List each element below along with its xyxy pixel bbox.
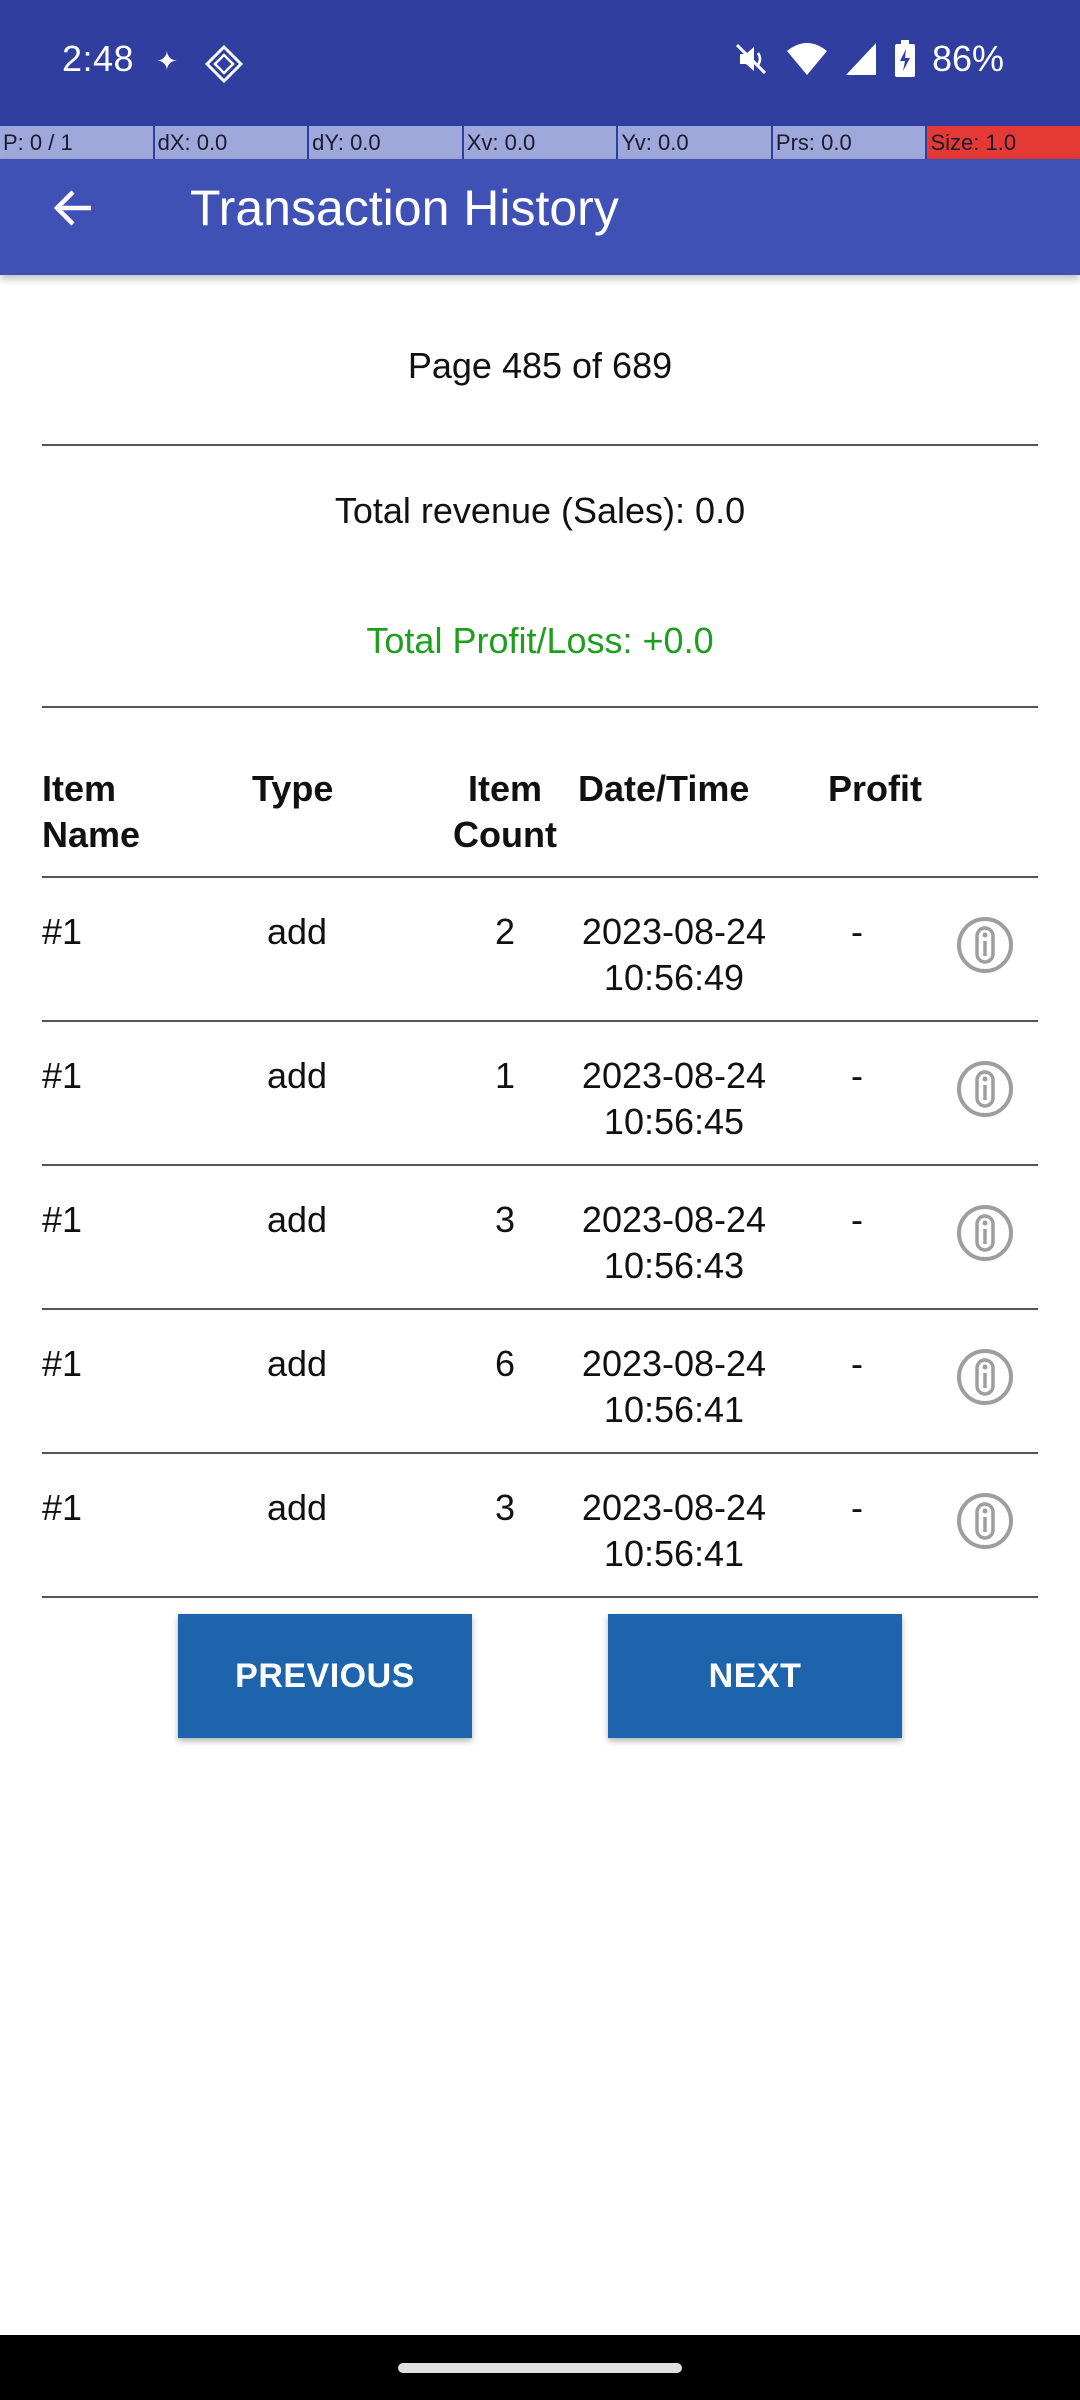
info-icon[interactable] [956,1492,1014,1550]
cell-item-count: 3 [494,1199,516,1240]
battery-charging-icon [894,40,915,77]
cell-type: add [266,1487,328,1528]
cell-type: add [266,1055,328,1096]
cell-type: add [266,1199,328,1240]
header-type: Type [252,768,334,809]
cell-date: 2023-08-24 [581,1055,767,1096]
cell-time: 10:56:41 [603,1389,745,1430]
cell-item-count: 1 [494,1055,516,1096]
cell-date: 2023-08-24 [581,911,767,952]
cell-date-time: 2023-08-24 10:56:43 [554,1197,794,1289]
back-button[interactable] [38,173,108,243]
header-item-name-line2: Name [42,814,141,855]
info-icon[interactable] [956,1204,1014,1262]
battery-percent: 86% [931,38,1004,79]
cell-profit: - [851,1199,863,1240]
cell-date-time: 2023-08-24 10:56:45 [554,1053,794,1145]
header-date-time: Date/Time [578,768,750,809]
cell-profit: - [851,911,863,952]
pointer-count: P: 0 / 1 [0,126,155,159]
cell-date-time: 2023-08-24 10:56:49 [554,909,794,1001]
divider [42,1308,1038,1310]
cell-item-count: 2 [494,911,516,952]
cell-item-count: 3 [494,1487,516,1528]
page-indicator: Page 485 of 689 [407,345,673,386]
total-profit-loss: Total Profit/Loss: +0.0 [366,620,714,661]
info-icon[interactable] [956,1348,1014,1406]
header-profit: Profit [828,768,922,809]
info-icon[interactable] [956,916,1014,974]
status-time: 2:48 [62,38,135,79]
header-item-name-line1: Item [42,768,117,809]
cell-profit: - [851,1055,863,1096]
divider [42,1164,1038,1166]
cell-type: add [266,911,328,952]
pointer-size: Size: 1.0 [927,126,1080,159]
divider [42,1596,1038,1598]
cell-time: 10:56:45 [603,1101,745,1142]
header-item-name: Item Name [42,766,140,858]
cell-date-time: 2023-08-24 10:56:41 [554,1485,794,1577]
pointer-pressure: Prs: 0.0 [772,126,928,159]
diamond-app-icon [204,44,244,84]
cell-time: 10:56:49 [603,957,745,998]
arrow-back-icon [53,190,91,226]
cell-time: 10:56:43 [603,1245,745,1286]
divider [42,444,1038,446]
divider [42,1452,1038,1454]
app-bar: Transaction History [0,159,1080,275]
total-revenue: Total revenue (Sales): 0.0 [334,490,746,531]
previous-button[interactable]: PREVIOUS [178,1614,472,1738]
info-icon[interactable] [956,1060,1014,1118]
header-item-count-line2: Count [453,814,557,855]
cell-item-name: #1 [42,1487,83,1528]
cell-date-time: 2023-08-24 10:56:41 [554,1341,794,1433]
cell-profit: - [851,1343,863,1384]
divider [42,876,1038,878]
home-gesture-handle[interactable] [398,2363,682,2373]
wifi-icon [786,43,827,75]
page-title: Transaction History [190,180,619,236]
pointer-yv: Yv: 0.0 [618,126,773,159]
cell-date: 2023-08-24 [581,1343,767,1384]
divider [42,1020,1038,1022]
cell-item-name: #1 [42,911,83,952]
next-button[interactable]: NEXT [608,1614,902,1738]
cell-time: 10:56:41 [603,1533,745,1574]
cell-item-name: #1 [42,1199,83,1240]
mute-icon [735,43,766,75]
pointer-dy: dY: 0.0 [309,126,464,159]
sparkle-icon: ✦ [156,46,178,76]
cell-type: add [266,1343,328,1384]
divider [42,706,1038,708]
cell-profit: - [851,1487,863,1528]
cell-item-count: 6 [494,1343,516,1384]
cell-date: 2023-08-24 [581,1487,767,1528]
pointer-dx: dX: 0.0 [154,126,310,159]
cell-item-name: #1 [42,1055,83,1096]
cell-date: 2023-08-24 [581,1199,767,1240]
cell-item-name: #1 [42,1343,83,1384]
system-nav-bar [0,2335,1080,2400]
cell-signal-icon [845,43,876,75]
pointer-location-bar: P: 0 / 1 dX: 0.0 dY: 0.0 Xv: 0.0 Yv: 0.0… [0,126,1080,159]
pointer-xv: Xv: 0.0 [463,126,619,159]
status-bar: 2:48 ✦ 86% [0,0,1080,126]
